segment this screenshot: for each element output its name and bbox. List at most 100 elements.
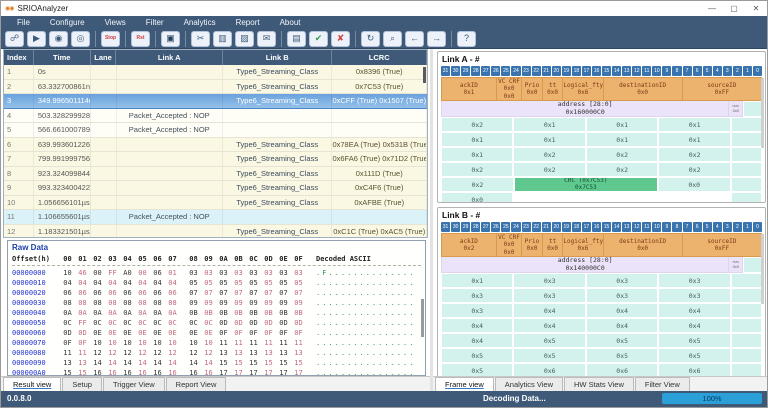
help-button[interactable]: ?	[457, 31, 476, 47]
byte-header: 05	[135, 255, 150, 263]
hex-byte: 15	[261, 359, 276, 367]
raw-data-header: Offset(h)000102030405060708090A0B0C0D0E0…	[8, 253, 425, 264]
results-table-scrollbar[interactable]	[423, 67, 426, 83]
tab-report-view[interactable]: Report View	[166, 377, 227, 391]
cell-lane	[91, 94, 117, 108]
field-label: Prio	[522, 82, 542, 90]
hex-byte: 11	[261, 339, 276, 347]
save-button[interactable]: ▤	[287, 31, 306, 47]
table-row[interactable]: 7799.991999756nsType6_Streaming_Class0x6…	[4, 152, 427, 167]
zoom-button[interactable]: ⌕	[383, 31, 402, 47]
close-button[interactable]: ✕	[745, 2, 767, 16]
menu-views[interactable]: Views	[95, 16, 136, 29]
hex-byte: 0C	[150, 319, 165, 327]
table-row[interactable]: 10sType6_Streaming_Class0x8396 (True)	[4, 65, 427, 80]
run-button[interactable]: ▶	[27, 31, 46, 47]
minimize-button[interactable]: —	[701, 2, 723, 16]
trigger-button[interactable]: ◎	[71, 31, 90, 47]
forward-button[interactable]: →	[427, 31, 446, 47]
hex-byte: 0A	[105, 309, 120, 317]
snapshot-button[interactable]: ▨	[235, 31, 254, 47]
bit-number: 16	[592, 222, 601, 232]
hex-byte: 07	[186, 289, 201, 297]
connect-icon: ☍	[10, 34, 19, 43]
tab-setup[interactable]: Setup	[62, 377, 102, 391]
tab-analytics-view[interactable]: Analytics View	[495, 377, 563, 391]
results-table-body: 10sType6_Streaming_Class0x8396 (True)263…	[4, 65, 427, 238]
cell-time: 799.991999756ns	[34, 152, 91, 166]
payload-row: 0x30x30x30x3	[441, 288, 762, 303]
table-row[interactable]: 9993.323400422nsType6_Streaming_Class0xC…	[4, 181, 427, 196]
table-row[interactable]: 101.056656101µsType6_Streaming_Class0xAF…	[4, 196, 427, 211]
hex-byte: 17	[231, 369, 246, 376]
cell-lane	[91, 65, 117, 79]
compare-view-button[interactable]: ▥	[213, 31, 232, 47]
hex-byte: 0E	[186, 329, 201, 337]
cell-lcrc: 0xCFF (True) 0x1507 (True)	[332, 94, 427, 108]
bit-number: 22	[532, 222, 541, 232]
link-b-scrollbar[interactable]	[761, 234, 764, 304]
cell-time: 639.993601226ns	[34, 138, 91, 152]
maximize-button[interactable]: ▢	[723, 2, 745, 16]
cell-lcrc: 0x7C53 (True)	[332, 80, 427, 94]
table-row[interactable]: 3349.996501114nsType6_Streaming_Class0xC…	[4, 94, 427, 109]
forward-icon: →	[432, 34, 441, 43]
file-apply-button[interactable]: ✔	[309, 31, 328, 47]
cut-button[interactable]: ✂	[191, 31, 210, 47]
bit-number: 13	[622, 66, 631, 76]
table-row[interactable]: 121.183321501µsType6_Streaming_Class0xC1…	[4, 225, 427, 239]
file-discard-button[interactable]: ✘	[331, 31, 350, 47]
tab-filter-view[interactable]: Filter View	[635, 377, 690, 391]
table-row[interactable]: 6639.993601226nsType6_Streaming_Class0x7…	[4, 138, 427, 153]
menu-about[interactable]: About	[270, 16, 311, 29]
tab-trigger-view[interactable]: Trigger View	[103, 377, 165, 391]
hex-ascii: ................	[316, 319, 415, 327]
hex-row: 000000500CFF0C0C0C0C0C0C0C0C0D0D0D0D0D0D…	[8, 318, 425, 328]
menu-file[interactable]: File	[7, 16, 40, 29]
table-row[interactable]: 4503.328299928nsPacket_Accepted : NOP	[4, 109, 427, 124]
field-ackid: ackID0x1	[441, 77, 497, 101]
bit-number: 27	[481, 222, 490, 232]
tab-result-view[interactable]: Result view	[3, 377, 61, 391]
payload-cell: 0x5	[586, 348, 658, 363]
hex-byte: 0B	[261, 309, 276, 317]
bit-number: 22	[532, 66, 541, 76]
column-header-link-b: Link B	[223, 50, 332, 65]
tab-hw-stats-view[interactable]: HW Stats View	[564, 377, 634, 391]
table-row[interactable]: 263.332700861nsType6_Streaming_Class0x7C…	[4, 80, 427, 95]
field-value: 0x0	[543, 245, 563, 253]
table-row[interactable]: 8923.324099844nsType6_Streaming_Class0x1…	[4, 167, 427, 182]
workspace-button[interactable]: ▣	[161, 31, 180, 47]
refresh-button[interactable]: ↻	[361, 31, 380, 47]
menu-configure[interactable]: Configure	[40, 16, 95, 29]
link-a-scrollbar[interactable]	[761, 78, 764, 148]
message-button[interactable]: ✉	[257, 31, 276, 47]
field-value: 0xFF	[683, 89, 761, 97]
bit-number: 21	[542, 222, 551, 232]
stop-button[interactable]: Stop	[101, 31, 120, 47]
raw-data-divider	[12, 265, 421, 266]
back-button[interactable]: ←	[405, 31, 424, 47]
menu-filter[interactable]: Filter	[136, 16, 174, 29]
hex-byte: 14	[165, 359, 180, 367]
payload-cell: 0x1	[441, 273, 513, 288]
spacer-cell	[743, 257, 762, 273]
link-a-title: Link A - #	[438, 52, 765, 66]
hex-byte: 10	[120, 339, 135, 347]
menu-analytics[interactable]: Analytics	[174, 16, 226, 29]
app-logo-icon: ◉◉	[5, 5, 13, 12]
table-row[interactable]: 111.106655601µsPacket_Accepted : NOP	[4, 210, 427, 225]
capture-button[interactable]: ◉	[49, 31, 68, 47]
stop-icon: Stop	[105, 36, 116, 41]
reset-button[interactable]: Rst	[131, 31, 150, 47]
spacer-cell	[731, 288, 762, 303]
payload-cell: 0x3	[441, 288, 513, 303]
raw-data-scrollbar[interactable]	[421, 299, 424, 337]
byte-header: 0D	[261, 255, 276, 263]
hex-byte: 09	[291, 299, 306, 307]
tab-frame-view[interactable]: Frame view	[435, 377, 494, 391]
table-row[interactable]: 5566.661000789nsPacket_Accepted : NOP	[4, 123, 427, 138]
menu-report[interactable]: Report	[226, 16, 270, 29]
bit-number: 24	[511, 222, 520, 232]
connect-button[interactable]: ☍	[5, 31, 24, 47]
